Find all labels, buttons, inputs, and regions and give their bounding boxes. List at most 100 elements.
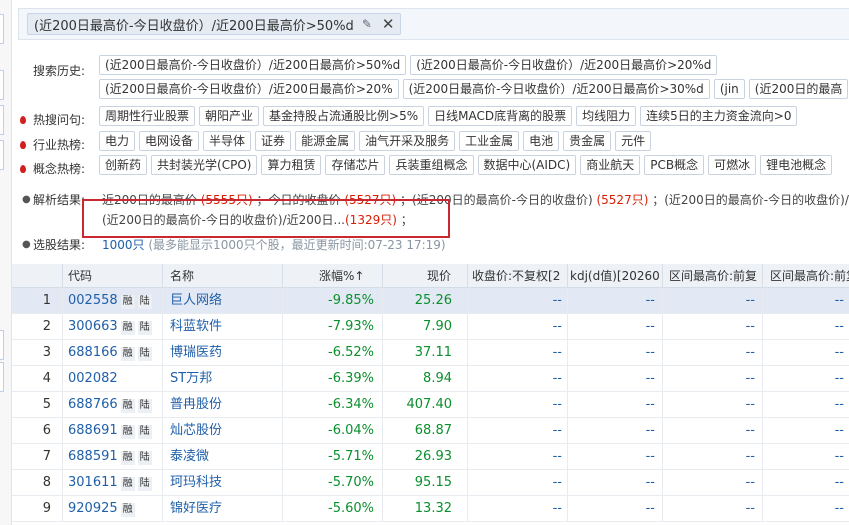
stock-name[interactable]: 科蓝软件 <box>170 314 222 340</box>
industry-chip[interactable]: 能源金属 <box>295 131 356 151</box>
change-pct: -5.70% <box>328 475 374 490</box>
column-divider[interactable] <box>762 264 763 288</box>
stock-name[interactable]: 灿芯股份 <box>170 418 222 444</box>
hot-question-chip[interactable]: 均线阻力 <box>576 106 637 126</box>
concept-chip[interactable]: 兵装重组概念 <box>389 155 474 175</box>
margin-tag: 陆 <box>137 477 152 491</box>
column-header[interactable]: 涨幅%↑ <box>319 264 421 288</box>
industry-chip[interactable]: 电力 <box>99 131 136 151</box>
column-header[interactable]: 代码 <box>68 264 164 288</box>
stock-name[interactable]: ST万邦 <box>170 366 212 392</box>
row-index: 7 <box>42 449 51 464</box>
range-high: -- <box>745 345 755 360</box>
stock-code[interactable]: 002082 <box>68 366 118 392</box>
parse-item[interactable]: ；(近200日的最高价-今日的收盘价)/近 <box>652 193 849 207</box>
column-divider[interactable] <box>162 264 163 288</box>
concept-chip[interactable]: PCB概念 <box>644 155 705 175</box>
column-header[interactable]: 收盘价:不复权[2 <box>472 264 564 288</box>
stock-code[interactable]: 688766 融陆 <box>68 392 152 418</box>
industry-chip[interactable]: 工业金属 <box>459 131 520 151</box>
sidebar-tab[interactable] <box>0 70 4 100</box>
industry-chip[interactable]: 电池 <box>523 131 560 151</box>
table-row[interactable]: 6 688691 融陆灿芯股份 -6.04% 68.87 -- -- -- -- <box>12 418 849 444</box>
stock-name[interactable]: 泰凌微 <box>170 444 209 470</box>
concept-chip[interactable]: 数据中心(AIDC) <box>477 155 577 175</box>
stock-code[interactable]: 920925 融 <box>68 496 135 522</box>
stock-name[interactable]: 普冉股份 <box>170 392 222 418</box>
concept-chip[interactable]: 共封装光学(CPO) <box>151 155 258 175</box>
table-row[interactable]: 8 301611 融陆珂玛科技 -5.70% 95.15 -- -- -- -- <box>12 470 849 496</box>
industry-chip[interactable]: 元件 <box>615 131 652 151</box>
concept-chip[interactable]: 存储芯片 <box>325 155 386 175</box>
column-divider[interactable] <box>282 264 283 288</box>
column-divider[interactable] <box>567 264 568 288</box>
column-divider[interactable] <box>467 264 468 288</box>
search-history-chip[interactable]: (jin <box>713 79 745 99</box>
query-tag[interactable]: (近200日最高价-今日收盘价）/近200日最高价>50%d ✎ ✕ <box>27 13 402 35</box>
stock-code[interactable]: 688166 融陆 <box>68 340 152 366</box>
margin-tag: 陆 <box>137 295 152 309</box>
hot-question-chip[interactable]: 连续5日的主力资金流向>0 <box>640 106 798 126</box>
sidebar-tab[interactable] <box>0 14 4 44</box>
stock-name[interactable]: 锦好医疗 <box>170 496 222 522</box>
column-header[interactable]: 现价 <box>427 264 466 288</box>
sidebar-tab[interactable] <box>0 105 4 135</box>
hot-question-chip[interactable]: 周期性行业股票 <box>99 106 196 126</box>
margin-tag: 融 <box>120 347 135 361</box>
table-row[interactable]: 4 002082 ST万邦 -6.39% 8.94 -- -- -- -- <box>12 366 849 392</box>
stock-code[interactable]: 002558 融陆 <box>68 288 152 314</box>
industry-hot-label: 行业热榜: <box>33 138 86 152</box>
close-icon[interactable]: ✕ <box>382 16 395 32</box>
search-history-chip[interactable]: (近200日最高价-今日收盘价）/近200日最高价>20%d <box>410 55 718 75</box>
column-header[interactable]: 区间最高价:前复 <box>770 264 849 288</box>
search-history-chip[interactable]: (近200日的最高 <box>748 79 849 99</box>
search-history-chip[interactable]: (近200日最高价-今日收盘价）/近200日最高价>20% <box>99 79 399 99</box>
edit-icon[interactable]: ✎ <box>362 17 372 31</box>
table-row[interactable]: 1 002558 融陆巨人网络 -9.85% 25.26 -- -- -- -- <box>12 288 849 314</box>
concept-chip[interactable]: 锂电池概念 <box>760 155 833 175</box>
cell-divider <box>762 340 763 366</box>
stock-code[interactable]: 688691 融陆 <box>68 418 152 444</box>
industry-chip[interactable]: 半导体 <box>203 131 252 151</box>
column-divider[interactable] <box>62 264 63 288</box>
concept-chip[interactable]: 创新药 <box>99 155 148 175</box>
table-row[interactable]: 2 300663 融陆科蓝软件 -7.93% 7.90 -- -- -- -- <box>12 314 849 340</box>
stock-code[interactable]: 300663 融陆 <box>68 314 152 340</box>
table-row[interactable]: 7 688591 融陆泰凌微 -5.71% 26.93 -- -- -- -- <box>12 444 849 470</box>
industry-chip[interactable]: 油气开采及服务 <box>359 131 456 151</box>
column-header[interactable]: 区间最高价:前复 <box>669 264 764 288</box>
search-history-chip[interactable]: (近200日最高价-今日收盘价）/近200日最高价>30%d <box>402 79 710 99</box>
industry-chip[interactable]: 证券 <box>255 131 292 151</box>
sidebar-tab[interactable] <box>0 330 4 360</box>
stock-name[interactable]: 博瑞医药 <box>170 340 222 366</box>
cell-divider <box>762 496 763 522</box>
column-divider[interactable] <box>382 264 383 288</box>
concept-chip[interactable]: 算力租赁 <box>261 155 322 175</box>
industry-chip[interactable]: 电网设备 <box>139 131 200 151</box>
concept-chip[interactable]: 可燃冰 <box>708 155 757 175</box>
search-history-row2: (近200日最高价-今日收盘价）/近200日最高价>20% (近200日最高价-今… <box>99 79 849 99</box>
hot-question-chip[interactable]: 日线MACD底背离的股票 <box>428 106 573 126</box>
cell-divider <box>662 366 663 392</box>
stock-code[interactable]: 301611 融陆 <box>68 470 152 496</box>
close-price: -- <box>552 397 562 412</box>
stock-name[interactable]: 巨人网络 <box>170 288 222 314</box>
search-history-chip[interactable]: (近200日最高价-今日收盘价）/近200日最高价>50%d <box>99 55 407 75</box>
hot-question-chip[interactable]: 基金持股占流通股比例>5% <box>263 106 425 126</box>
industry-chip[interactable]: 贵金属 <box>563 131 612 151</box>
table-row[interactable]: 5 688766 融陆普冉股份 -6.34% 407.40 -- -- -- -- <box>12 392 849 418</box>
concept-chip[interactable]: 商业航天 <box>580 155 641 175</box>
sidebar-tab[interactable] <box>0 140 4 170</box>
selection-result: 1000只 (最多能显示1000只个股，最近更新时间:07-23 17:19) <box>102 236 446 253</box>
row-index: 5 <box>42 397 51 412</box>
table-row[interactable]: 9 920925 融 锦好医疗 -5.60% 13.32 -- -- -- -- <box>12 496 849 522</box>
stock-name[interactable]: 珂玛科技 <box>170 470 222 496</box>
sidebar-tab[interactable] <box>0 362 4 392</box>
table-row[interactable]: 3 688166 融陆博瑞医药 -6.52% 37.11 -- -- -- -- <box>12 340 849 366</box>
query-bar[interactable]: (近200日最高价-今日收盘价）/近200日最高价>50%d ✎ ✕ <box>18 8 849 40</box>
hot-question-chip[interactable]: 朝阳产业 <box>199 106 260 126</box>
column-divider[interactable] <box>662 264 663 288</box>
column-header[interactable]: 名称 <box>170 264 313 288</box>
stock-code[interactable]: 688591 融陆 <box>68 444 152 470</box>
column-header[interactable]: kdj(d值)[20260 <box>570 264 663 288</box>
